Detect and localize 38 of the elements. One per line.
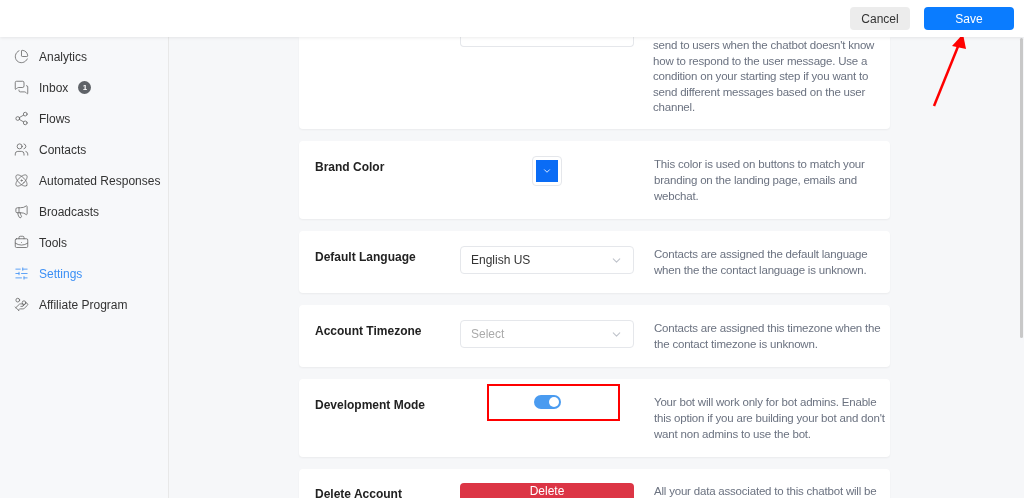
- sidebar-item[interactable]: Tools: [0, 227, 168, 258]
- people-icon: [14, 142, 29, 157]
- text-field[interactable]: [460, 37, 634, 47]
- count-badge: 1: [78, 81, 92, 94]
- chevron-down-icon: [542, 166, 552, 176]
- setting-label: Account Timezone: [315, 323, 423, 340]
- sidebar-item[interactable]: Affiliate Program: [0, 289, 168, 320]
- sidebar-item[interactable]: Analytics: [0, 41, 168, 72]
- sidebar-item[interactable]: Inbox 1: [0, 72, 168, 103]
- color-picker[interactable]: [532, 156, 562, 186]
- setting-label: Brand Color: [315, 159, 386, 176]
- setting-label: Default Language: [315, 249, 417, 266]
- scrollbar-thumb[interactable]: [1019, 38, 1023, 338]
- setting-label: Development Mode: [315, 397, 426, 414]
- sliders-icon: [14, 266, 29, 281]
- setting-description: This color is used on buttons to match your branding on the landing page, emails and webchat.: [654, 157, 866, 204]
- megaphone-icon: [14, 204, 29, 219]
- hand-coin-icon: [14, 297, 29, 312]
- toolbox-icon: [14, 235, 29, 250]
- pie-chart-icon: [14, 49, 29, 64]
- sidebar-item[interactable]: Automated Responses: [0, 165, 168, 196]
- cancel-button[interactable]: Cancel: [850, 7, 910, 30]
- sidebar-item[interactable]: Contacts: [0, 134, 168, 165]
- setting-label: Delete Account: [315, 486, 403, 498]
- select-field[interactable]: English US: [460, 246, 634, 274]
- setting-description: Contacts are assigned the default language when the the contact language is unknown.: [654, 247, 869, 278]
- delete-button[interactable]: Delete: [460, 483, 634, 498]
- sidebar-item[interactable]: Flows: [0, 103, 168, 134]
- toggle-switch[interactable]: [533, 395, 561, 409]
- setting-description: Contacts are assigned this timezone when the the contact timezone is unknown.: [654, 321, 882, 352]
- save-button[interactable]: Save: [924, 7, 1014, 30]
- atom-icon: [14, 173, 29, 188]
- setting-description: All your data associated to this chatbot will be: [654, 484, 878, 498]
- nodes-icon: [14, 111, 29, 126]
- chat-bubbles-icon: [14, 80, 29, 95]
- setting-description: send to users when the chatbot doesn't know how to respond to the user message. Use a condition on your starting step if you want to send different messages based on the user channel.: [653, 38, 876, 115]
- setting-description: Your bot will work only for bot admins. Enable this option if you are building your bot and don't want non admins to use the bot.: [654, 395, 886, 442]
- sidebar-item[interactable]: Broadcasts: [0, 196, 168, 227]
